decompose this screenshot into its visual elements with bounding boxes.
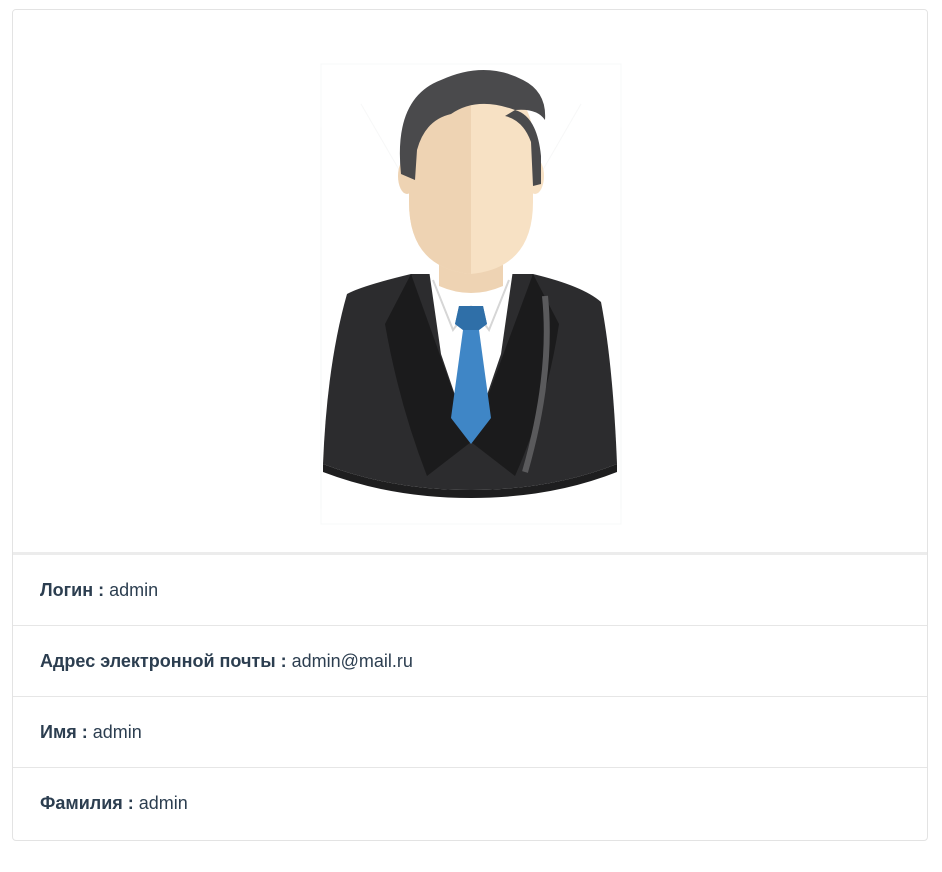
login-separator: : <box>98 579 105 600</box>
profile-info-list: Логин: admin Адрес электронной почты: admi… <box>13 555 927 839</box>
first-name-label: Имя <box>40 721 77 742</box>
login-label: Логин <box>40 579 94 600</box>
last-name-value: admin <box>138 793 188 813</box>
email-separator: : <box>280 650 287 671</box>
email-row: Адрес электронной почты: admin@mail.ru <box>13 626 927 697</box>
login-value: admin <box>109 579 159 600</box>
email-label: Адрес электронной почты <box>40 650 276 671</box>
login-row: Логин: admin <box>13 555 927 626</box>
avatar-container <box>13 10 927 552</box>
first-name-separator: : <box>81 721 88 742</box>
businessman-avatar-icon <box>320 63 622 525</box>
last-name-label: Фамилия <box>40 793 123 813</box>
first-name-value: admin <box>92 721 142 742</box>
last-name-separator: : <box>127 793 134 813</box>
first-name-row: Имя: admin <box>13 697 927 768</box>
profile-card: Логин: admin Адрес электронной почты: admi… <box>12 9 928 841</box>
last-name-row: Фамилия: admin <box>13 768 927 839</box>
email-value: admin@mail.ru <box>291 650 413 671</box>
